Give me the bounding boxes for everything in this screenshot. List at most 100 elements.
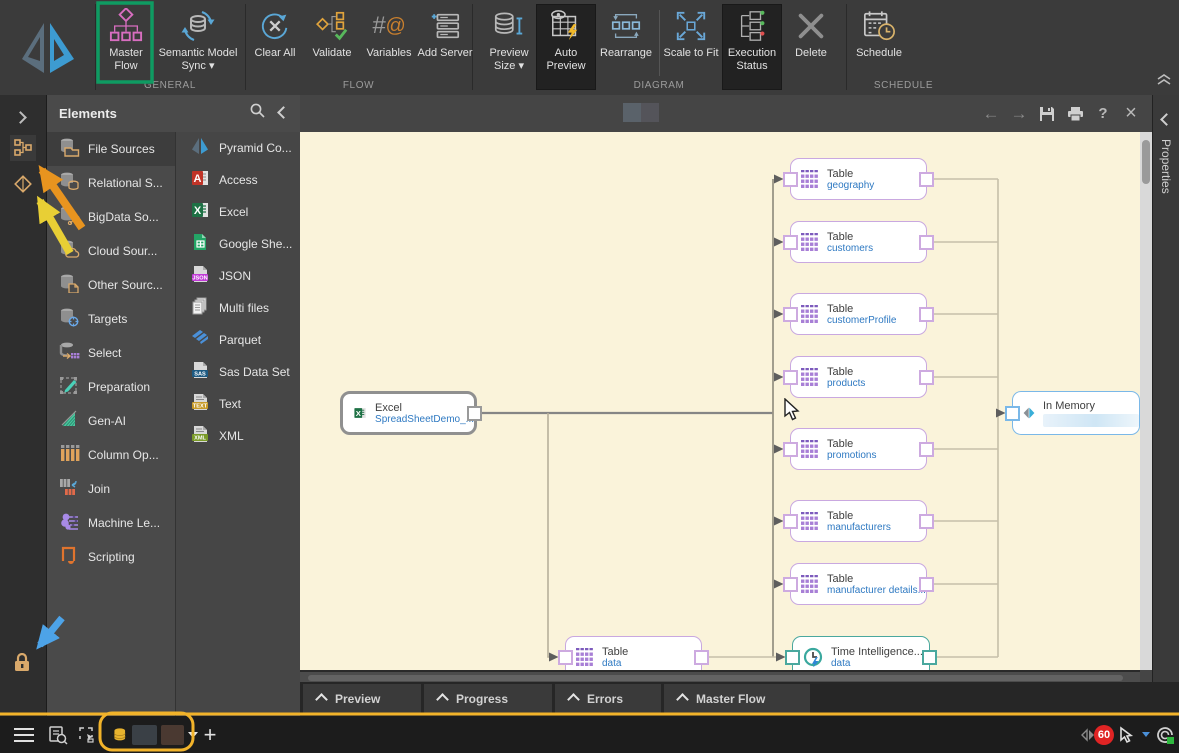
- output-port[interactable]: [919, 307, 934, 322]
- validate-button[interactable]: Validate: [304, 5, 360, 89]
- pointer-icon[interactable]: [1114, 716, 1138, 753]
- output-port[interactable]: [919, 577, 934, 592]
- lock-icon[interactable]: [13, 653, 31, 677]
- category-cloud-sources[interactable]: Cloud Sour...: [47, 234, 175, 268]
- item-json[interactable]: JSON JSON: [176, 260, 301, 292]
- menu-icon[interactable]: [10, 716, 38, 753]
- output-port[interactable]: [919, 370, 934, 385]
- properties-panel-collapsed[interactable]: Properties: [1152, 95, 1179, 682]
- input-port[interactable]: [783, 307, 798, 322]
- print-icon[interactable]: [1062, 95, 1088, 132]
- clear-all-label: Clear All: [255, 47, 296, 60]
- output-port[interactable]: [919, 235, 934, 250]
- tab-master-flow[interactable]: Master Flow: [664, 684, 810, 714]
- close-icon[interactable]: ×: [1118, 95, 1144, 132]
- category-scripting[interactable]: Scripting: [47, 540, 175, 574]
- new-tab-button[interactable]: +: [196, 716, 224, 753]
- category-other-sources[interactable]: Other Sourc...: [47, 268, 175, 302]
- node-table-customers[interactable]: Tablecustomers: [790, 221, 927, 263]
- node-table-data[interactable]: Tabledata: [565, 636, 702, 670]
- auto-preview-button[interactable]: Auto Preview: [537, 5, 595, 89]
- semantic-model-sync-button[interactable]: Semantic Model Sync ▾: [154, 5, 242, 89]
- sub-flow-icon[interactable]: [10, 135, 36, 161]
- input-port[interactable]: [783, 577, 798, 592]
- search-icon[interactable]: [250, 103, 265, 123]
- input-port[interactable]: [783, 514, 798, 529]
- item-pyramid-connector[interactable]: Pyramid Co...: [176, 132, 301, 164]
- tab-progress[interactable]: Progress: [424, 684, 552, 714]
- clear-all-button[interactable]: Clear All: [247, 5, 303, 89]
- input-port[interactable]: [783, 442, 798, 457]
- expand-properties-chevron[interactable]: [1162, 111, 1171, 129]
- input-port[interactable]: [783, 235, 798, 250]
- input-port[interactable]: [1005, 406, 1020, 421]
- category-join[interactable]: Join: [47, 472, 175, 506]
- node-table-manufacturers[interactable]: Tablemanufacturers: [790, 500, 927, 542]
- expand-panel-chevron[interactable]: [16, 109, 25, 127]
- category-targets[interactable]: Targets: [47, 302, 175, 336]
- category-bigdata-sources[interactable]: BigData So...: [47, 200, 175, 234]
- help-icon[interactable]: ?: [1090, 95, 1116, 132]
- forward-icon[interactable]: →: [1006, 95, 1032, 132]
- node-table-products[interactable]: Tableproducts: [790, 356, 927, 398]
- tab-errors[interactable]: Errors: [555, 684, 661, 714]
- output-port[interactable]: [694, 650, 709, 665]
- item-xml[interactable]: XML XML: [176, 420, 301, 452]
- master-flow-button[interactable]: Master Flow: [98, 5, 154, 89]
- item-parquet[interactable]: Parquet: [176, 324, 301, 356]
- open-flow-tab[interactable]: [104, 718, 198, 751]
- master-flow-app: GENERAL FLOW DIAGRAM SCHEDULE Master Flo…: [0, 0, 1179, 753]
- back-icon[interactable]: ←: [978, 95, 1004, 132]
- node-table-customerProfile[interactable]: TablecustomerProfile: [790, 293, 927, 335]
- node-time-intelligence[interactable]: Time Intelligence...data: [792, 636, 930, 670]
- input-port[interactable]: [785, 650, 800, 665]
- category-gen-ai[interactable]: Gen-AI: [47, 404, 175, 438]
- schedule-button[interactable]: Schedule: [849, 5, 909, 89]
- node-table-promotions[interactable]: Tablepromotions: [790, 428, 927, 470]
- delete-button[interactable]: Delete: [783, 5, 839, 89]
- master-flow-rail-icon[interactable]: [12, 173, 34, 200]
- node-table-geography[interactable]: Tablegeography: [790, 158, 927, 200]
- item-excel[interactable]: X Excel: [176, 196, 301, 228]
- input-port[interactable]: [558, 650, 573, 665]
- output-port[interactable]: [919, 172, 934, 187]
- node-excel-source[interactable]: X ExcelSpreadSheetDemo_...: [340, 391, 477, 435]
- content-search-icon[interactable]: [44, 716, 72, 753]
- input-port[interactable]: [783, 172, 798, 187]
- item-sas-data-set[interactable]: SAS Sas Data Set: [176, 356, 301, 388]
- category-preparation[interactable]: Preparation: [47, 370, 175, 404]
- tab-preview[interactable]: Preview: [303, 684, 421, 714]
- output-port[interactable]: [922, 650, 937, 665]
- flow-canvas[interactable]: X ExcelSpreadSheetDemo_... Tablegeograph…: [300, 132, 1140, 670]
- rearrange-button[interactable]: Rearrange: [597, 5, 655, 89]
- output-port[interactable]: [919, 514, 934, 529]
- item-access[interactable]: A Access: [176, 164, 301, 196]
- connection-status-icon[interactable]: [1152, 716, 1178, 753]
- output-port[interactable]: [467, 406, 482, 421]
- selection-tool-icon[interactable]: [74, 716, 102, 753]
- category-machine-learning[interactable]: Machine Le...: [47, 506, 175, 540]
- canvas-vertical-scrollbar[interactable]: [1140, 132, 1152, 670]
- category-column-operations[interactable]: Column Op...: [47, 438, 175, 472]
- item-google-sheets[interactable]: Google She...: [176, 228, 301, 260]
- preview-size-button[interactable]: Preview Size ▾: [481, 5, 537, 89]
- scale-to-fit-button[interactable]: Scale to Fit: [663, 5, 719, 89]
- output-port[interactable]: [919, 442, 934, 457]
- node-table-manufacturer-details[interactable]: Tablemanufacturer details...: [790, 563, 927, 605]
- add-server-button[interactable]: Add Server: [417, 5, 473, 89]
- collapse-elements-chevron[interactable]: [279, 104, 288, 122]
- pyramid-logo[interactable]: [0, 0, 95, 95]
- item-multi-files[interactable]: Multi files: [176, 292, 301, 324]
- item-text[interactable]: TEXT Text: [176, 388, 301, 420]
- save-icon[interactable]: [1034, 95, 1060, 132]
- variables-button[interactable]: #@ Variables: [361, 5, 417, 89]
- scrollbar-thumb[interactable]: [308, 675, 1123, 681]
- execution-status-button[interactable]: Execution Status: [723, 5, 781, 89]
- category-select[interactable]: Select: [47, 336, 175, 370]
- collapse-ribbon-button[interactable]: [1155, 72, 1173, 91]
- input-port[interactable]: [783, 370, 798, 385]
- node-in-memory[interactable]: In Memory: [1012, 391, 1140, 435]
- category-relational-sources[interactable]: Relational S...: [47, 166, 175, 200]
- scrollbar-thumb[interactable]: [1142, 140, 1150, 184]
- category-file-sources[interactable]: File Sources: [47, 132, 175, 166]
